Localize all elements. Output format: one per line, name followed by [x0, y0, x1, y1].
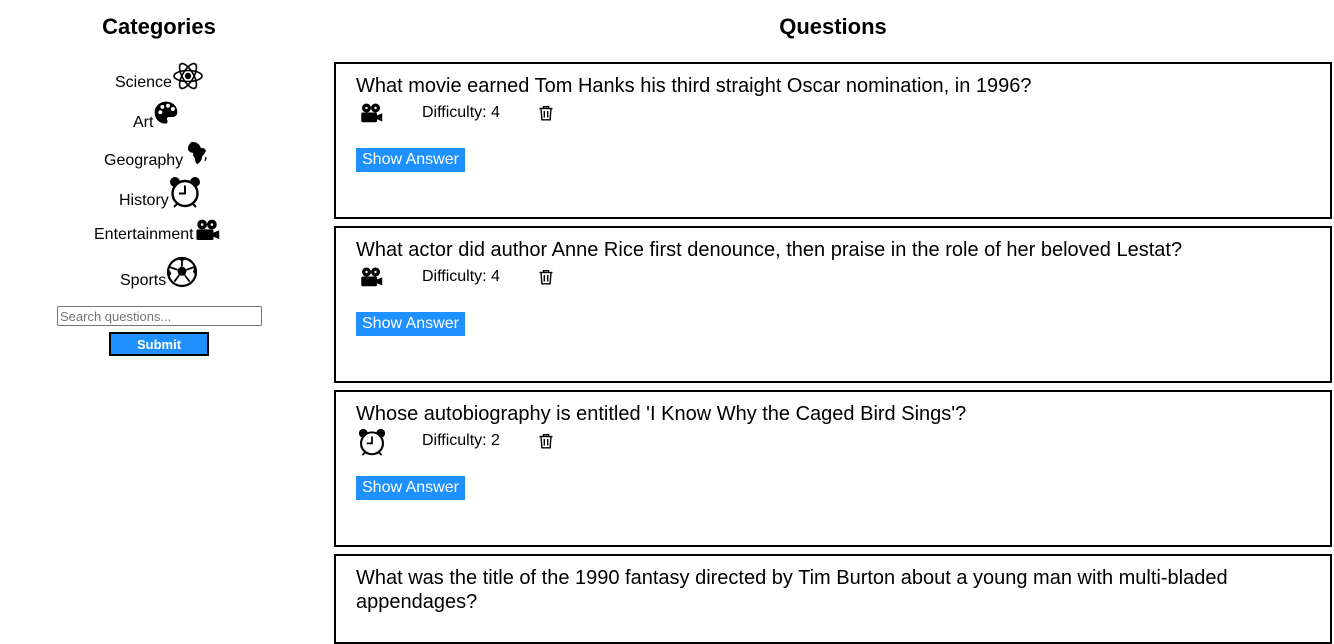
question-card: What actor did author Anne Rice first de… [334, 226, 1332, 383]
palette-icon [153, 100, 179, 126]
sidebar-title: Categories [102, 14, 216, 39]
category-entertainment[interactable]: Entertainment [94, 218, 220, 244]
trash-icon[interactable] [538, 105, 554, 121]
question-meta: Difficulty: 4 [358, 102, 578, 126]
category-history[interactable]: History [119, 176, 201, 210]
question-text: Whose autobiography is entitled 'I Know … [356, 403, 967, 425]
sidebar: Categories Science Art Geography History… [0, 0, 318, 621]
category-sports[interactable]: Sports [120, 256, 198, 290]
alarm-clock-icon [358, 428, 386, 456]
question-card: What was the title of the 1990 fantasy d… [334, 554, 1332, 644]
trash-icon[interactable] [538, 269, 554, 285]
category-label: Geography [104, 152, 184, 169]
show-answer-button[interactable]: Show Answer [356, 312, 465, 336]
category-science[interactable]: Science [115, 60, 204, 92]
question-text: What actor did author Anne Rice first de… [356, 239, 1183, 261]
category-label: Science [115, 74, 172, 91]
show-answer-button[interactable]: Show Answer [356, 476, 465, 500]
category-label: Sports [120, 272, 167, 289]
submit-button[interactable]: Submit [109, 332, 209, 356]
category-label: History [119, 192, 169, 209]
soccer-ball-icon [166, 256, 198, 288]
film-projector-icon [358, 102, 384, 126]
question-meta: Difficulty: 4 [358, 266, 578, 290]
search-input[interactable] [57, 306, 262, 326]
questions-title: Questions [779, 14, 887, 39]
category-art[interactable]: Art [133, 100, 179, 132]
atom-icon [172, 60, 204, 92]
film-projector-icon [358, 266, 384, 290]
difficulty-label: Difficulty: 4 [422, 268, 500, 285]
question-card: Whose autobiography is entitled 'I Know … [334, 390, 1332, 547]
category-geography[interactable]: Geography [104, 140, 209, 170]
difficulty-label: Difficulty: 2 [422, 432, 500, 449]
question-text: What was the title of the 1990 fantasy d… [356, 567, 1228, 613]
question-card: What movie earned Tom Hanks his third st… [334, 62, 1332, 219]
trash-icon[interactable] [538, 433, 554, 449]
show-answer-button[interactable]: Show Answer [356, 148, 465, 172]
film-projector-icon [194, 218, 220, 244]
alarm-clock-icon [169, 176, 201, 208]
africa-icon [185, 140, 209, 166]
question-text: What movie earned Tom Hanks his third st… [356, 75, 1032, 97]
category-label: Entertainment [94, 226, 194, 243]
question-meta: Difficulty: 2 [358, 428, 578, 452]
difficulty-label: Difficulty: 4 [422, 104, 500, 121]
category-label: Art [133, 114, 154, 131]
